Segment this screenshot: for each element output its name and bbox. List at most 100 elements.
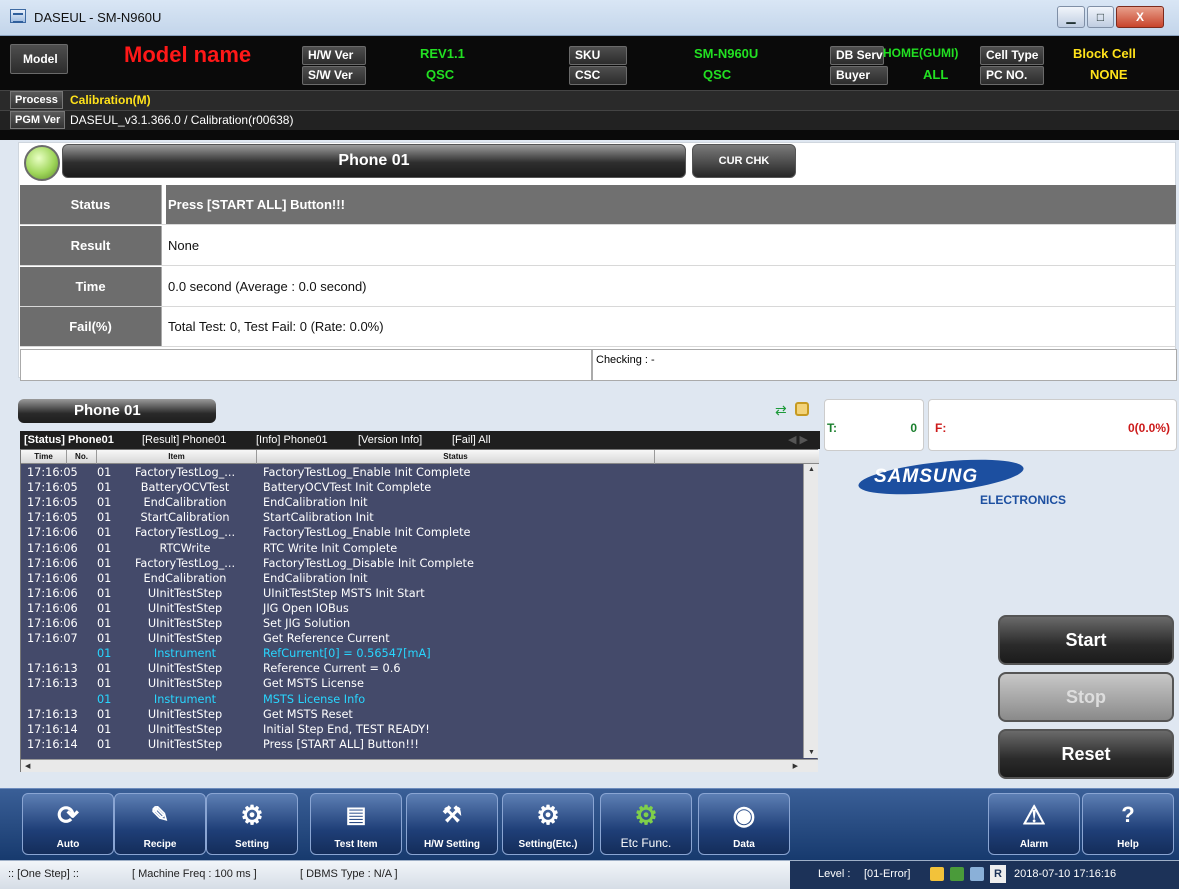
info-row-time: Time 0.0 second (Average : 0.0 second)	[20, 267, 1176, 307]
message-box	[20, 349, 592, 381]
setting-etc-button[interactable]: ⚙ Setting(Etc.)	[502, 793, 594, 855]
level-value: [01-Error]	[864, 868, 911, 880]
column-header-item[interactable]: Item	[97, 450, 257, 464]
folder-icon[interactable]	[930, 867, 944, 881]
test-item-button[interactable]: ▤ Test Item	[310, 793, 402, 855]
hw-setting-button[interactable]: ⚒ H/W Setting	[406, 793, 498, 855]
log-item: RTCWrite	[159, 541, 211, 555]
info-value: Press [START ALL] Button!!!	[166, 185, 1176, 224]
reset-button[interactable]: Reset	[998, 729, 1174, 779]
lock-icon[interactable]	[795, 402, 809, 416]
log-status: Get MSTS License	[263, 677, 364, 691]
help-button[interactable]: ? Help	[1082, 793, 1174, 855]
model-label: Model	[10, 44, 68, 74]
info-label: Result	[20, 226, 162, 265]
header-panel: Model Model name H/W Ver REV1.1 S/W Ver …	[0, 36, 1179, 140]
log-item: EndCalibration	[143, 496, 227, 510]
info-value: Total Test: 0, Test Fail: 0 (Rate: 0.0%)	[168, 319, 384, 334]
tool-icon[interactable]	[970, 867, 984, 881]
info-label: Time	[20, 267, 162, 306]
log-status: RefCurrent[0] = 0.56547[mA]	[263, 647, 431, 661]
phone-select-button[interactable]: Phone 01	[18, 399, 216, 423]
log-no: 01	[97, 481, 112, 495]
r-icon[interactable]: R	[990, 865, 1006, 883]
log-item: StartCalibration	[140, 511, 230, 525]
column-header-time[interactable]: Time	[21, 450, 67, 464]
info-row-fail: Fail(%) Total Test: 0, Test Fail: 0 (Rat…	[20, 307, 1176, 347]
log-no: 01	[97, 647, 112, 661]
one-step-status: :: [One Step] ::	[8, 868, 79, 880]
log-horizontal-scrollbar[interactable]: ◀ ▶	[21, 759, 818, 772]
db-serv-label: DB Serv	[830, 46, 884, 65]
log-item: UInitTestStep	[147, 737, 223, 751]
log-status: Press [START ALL] Button!!!	[263, 737, 419, 751]
buyer-label: Buyer	[830, 66, 888, 85]
etc-func-label: Etc Func.	[620, 836, 672, 850]
log-no: 01	[97, 496, 112, 510]
minimize-button[interactable]: ▁	[1057, 6, 1085, 28]
log-no: 01	[97, 617, 112, 630]
log-item: Instrument	[153, 647, 217, 661]
log-item: UInitTestStep	[147, 722, 223, 736]
log-time: 17:16:14	[27, 737, 78, 751]
cur-chk-button[interactable]: CUR CHK	[692, 144, 796, 178]
datetime: 2018-07-10 17:16:16	[1014, 868, 1117, 880]
tab-fail-all[interactable]: [Fail] All	[452, 431, 491, 449]
tab-version-info[interactable]: [Version Info]	[358, 431, 422, 449]
recipe-label: Recipe	[143, 839, 177, 850]
setting-button[interactable]: ⚙ Setting	[206, 793, 298, 855]
tab-result[interactable]: [Result] Phone01	[142, 431, 226, 449]
log-vertical-scrollbar[interactable]: ▲ ▼	[803, 464, 818, 758]
title-bar: DASEUL - SM-N960U ▁ □ X	[0, 0, 1179, 36]
log-item: UInitTestStep	[147, 707, 223, 721]
log-status: StartCalibration Init	[263, 511, 374, 525]
log-status: JIG Open IOBus	[263, 601, 349, 615]
log-time: 17:16:07	[27, 632, 78, 646]
refresh-status-icon[interactable]	[950, 867, 964, 881]
tab-scroll-arrows-icon[interactable]: ◀ ▶	[788, 431, 808, 449]
column-header-blank	[655, 450, 803, 464]
hw-setting-label: H/W Setting	[423, 839, 481, 850]
log-time: 17:16:14	[27, 722, 78, 736]
alarm-button[interactable]: ⚠ Alarm	[988, 793, 1080, 855]
samsung-logo-subtext: ELECTRONICS	[980, 493, 1067, 507]
app-icon	[10, 9, 26, 23]
close-button[interactable]: X	[1116, 6, 1164, 28]
log-item: UInitTestStep	[147, 617, 223, 630]
recipe-button[interactable]: ✎ Recipe	[114, 793, 206, 855]
log-item: EndCalibration	[143, 571, 227, 585]
column-header-no[interactable]: No.	[67, 450, 97, 464]
log-item: UInitTestStep	[147, 662, 223, 676]
log-status: Set JIG Solution	[263, 617, 351, 630]
process-label: Process	[10, 91, 63, 109]
tab-info[interactable]: [Info] Phone01	[256, 431, 328, 449]
start-button[interactable]: Start	[998, 615, 1174, 665]
log-time: 17:16:06	[27, 526, 78, 540]
data-button[interactable]: ◉ Data	[698, 793, 790, 855]
bottom-toolbar: ⟳ Auto ✎ Recipe ⚙ Setting ▤ Test Item ⚒ …	[0, 788, 1179, 860]
stop-button[interactable]: Stop	[998, 672, 1174, 722]
gear-plus-icon: ⚙	[536, 800, 560, 830]
buyer-value: ALL	[923, 67, 949, 82]
log-no: 01	[97, 632, 112, 646]
log-item: FactoryTestLog_...	[134, 556, 236, 570]
sync-icon[interactable]: ⇄	[775, 402, 787, 419]
maximize-button[interactable]: □	[1087, 6, 1114, 28]
etc-func-button[interactable]: ⚙ Etc Func.	[600, 793, 692, 855]
column-header-status[interactable]: Status	[257, 450, 655, 464]
tab-status[interactable]: [Status] Phone01	[24, 431, 114, 449]
log-time: 17:16:06	[27, 556, 78, 570]
info-label: Fail(%)	[20, 307, 162, 346]
log-item: Instrument	[153, 692, 217, 706]
pc-no-value: NONE	[1090, 67, 1128, 82]
hw-ver-value: REV1.1	[420, 46, 465, 61]
setting-label: Setting	[235, 839, 269, 850]
auto-button[interactable]: ⟳ Auto	[22, 793, 114, 855]
fail-value: 0(0.0%)	[1127, 421, 1170, 435]
log-time: 17:16:05	[27, 481, 78, 495]
model-name: Model name	[124, 42, 252, 67]
process-value: Calibration(M)	[70, 93, 151, 107]
alarm-label: Alarm	[1019, 839, 1049, 850]
log-list: Time No. Item Status 17:16:05 01 FactoryTe…	[20, 449, 819, 772]
csc-label: CSC	[569, 66, 627, 85]
